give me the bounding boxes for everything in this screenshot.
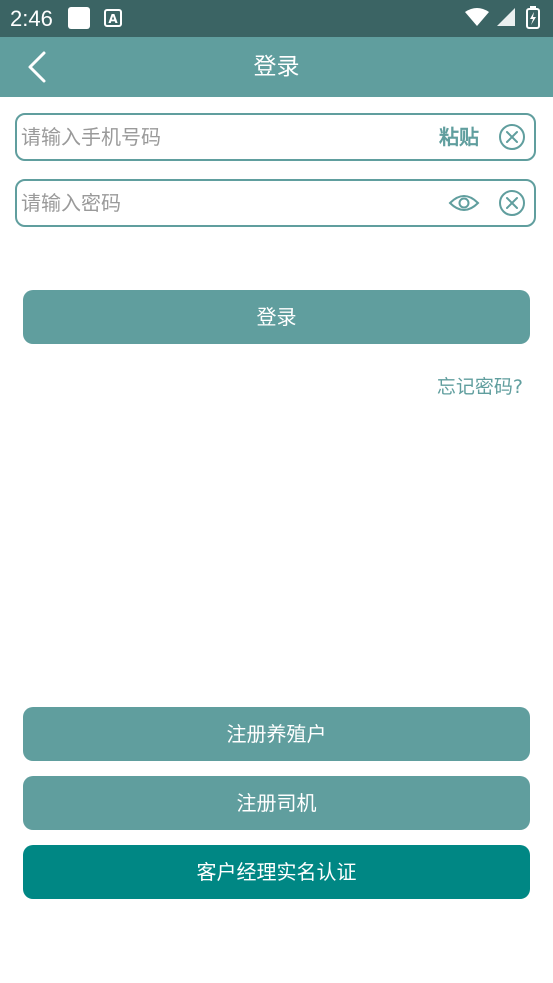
forgot-password-link[interactable]: 忘记密码?: [437, 372, 523, 399]
page-title: 登录: [253, 54, 300, 80]
eye-icon: [448, 195, 480, 211]
register-driver-button[interactable]: 注册司机: [23, 776, 530, 830]
phone-input[interactable]: [21, 115, 421, 159]
clear-circle-icon: [499, 190, 525, 216]
manager-verify-button[interactable]: 客户经理实名认证: [23, 845, 530, 899]
clear-circle-icon: [499, 124, 525, 150]
chevron-left-icon: [28, 51, 46, 83]
register-farmer-button[interactable]: 注册养殖户: [23, 707, 530, 761]
back-button[interactable]: [18, 47, 58, 87]
status-bar: 2:46 A: [0, 0, 553, 37]
login-button[interactable]: 登录: [23, 290, 530, 344]
phone-clear-button[interactable]: [498, 123, 526, 151]
app-bar: 登录: [0, 37, 553, 97]
wifi-icon: [465, 8, 489, 26]
status-right-icons: [465, 6, 540, 29]
paste-button[interactable]: 粘贴: [439, 115, 479, 159]
signal-icon: [497, 8, 515, 26]
password-clear-button[interactable]: [498, 189, 526, 217]
show-password-button[interactable]: [448, 191, 480, 215]
status-time: 2:46: [10, 6, 53, 31]
password-input[interactable]: [21, 181, 421, 225]
a-badge-letter: A: [108, 12, 118, 26]
login-screen: 2:46 A 登录 粘贴: [0, 0, 553, 983]
battery-charging-icon: [526, 6, 540, 29]
password-field: [15, 179, 536, 227]
phone-field: 粘贴: [15, 113, 536, 161]
notification-square-icon: [68, 7, 90, 29]
a-badge-icon: A: [104, 9, 122, 27]
